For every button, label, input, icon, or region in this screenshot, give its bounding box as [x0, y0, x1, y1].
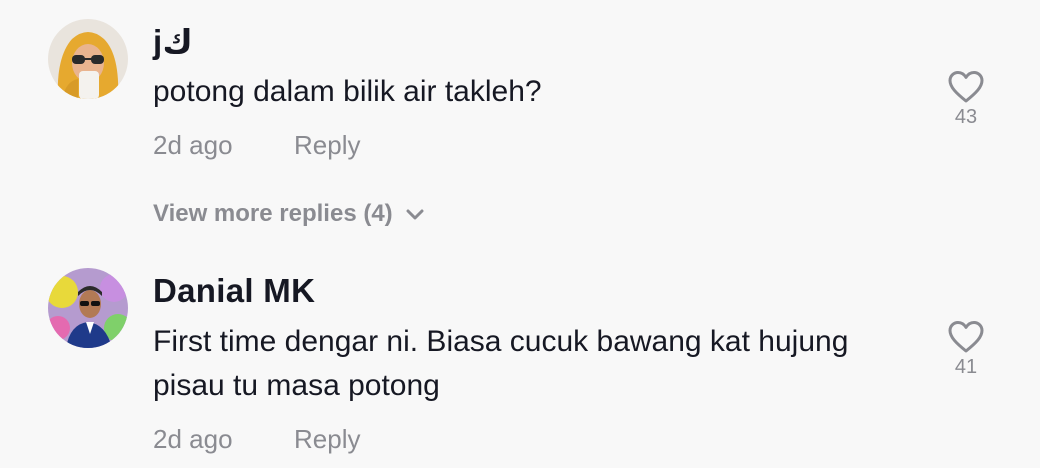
heart-icon: [948, 321, 984, 353]
avatar[interactable]: [48, 19, 128, 99]
like-button[interactable]: 43: [940, 70, 992, 129]
avatar-woman-icon: [48, 19, 128, 99]
comment-meta: 2d ago Reply: [153, 424, 360, 455]
avatar[interactable]: [48, 268, 128, 348]
chevron-down-icon: [406, 209, 424, 220]
view-more-replies-label: View more replies (4): [153, 200, 393, 227]
comment-text: potong dalam bilik air takleh?: [153, 75, 542, 108]
reply-button[interactable]: Reply: [294, 130, 360, 161]
comment-timestamp: 2d ago: [153, 130, 233, 160]
comment-list: jك potong dalam bilik air takleh? 2d ago…: [0, 0, 1040, 468]
like-count: 41: [954, 356, 978, 378]
comment-meta: 2d ago Reply: [153, 130, 360, 161]
comment-author[interactable]: jك: [153, 22, 193, 61]
like-count: 43: [954, 106, 978, 128]
avatar-man-icon: [48, 268, 128, 348]
view-more-replies-button[interactable]: View more replies (4): [153, 200, 425, 228]
like-button[interactable]: 41: [940, 320, 992, 379]
comment-text: First time dengar ni. Biasa cucuk bawang…: [153, 325, 849, 402]
heart-icon: [948, 71, 984, 103]
comment-author[interactable]: Danial MK: [153, 272, 315, 310]
comment-timestamp: 2d ago: [153, 424, 233, 454]
reply-button[interactable]: Reply: [294, 424, 360, 455]
